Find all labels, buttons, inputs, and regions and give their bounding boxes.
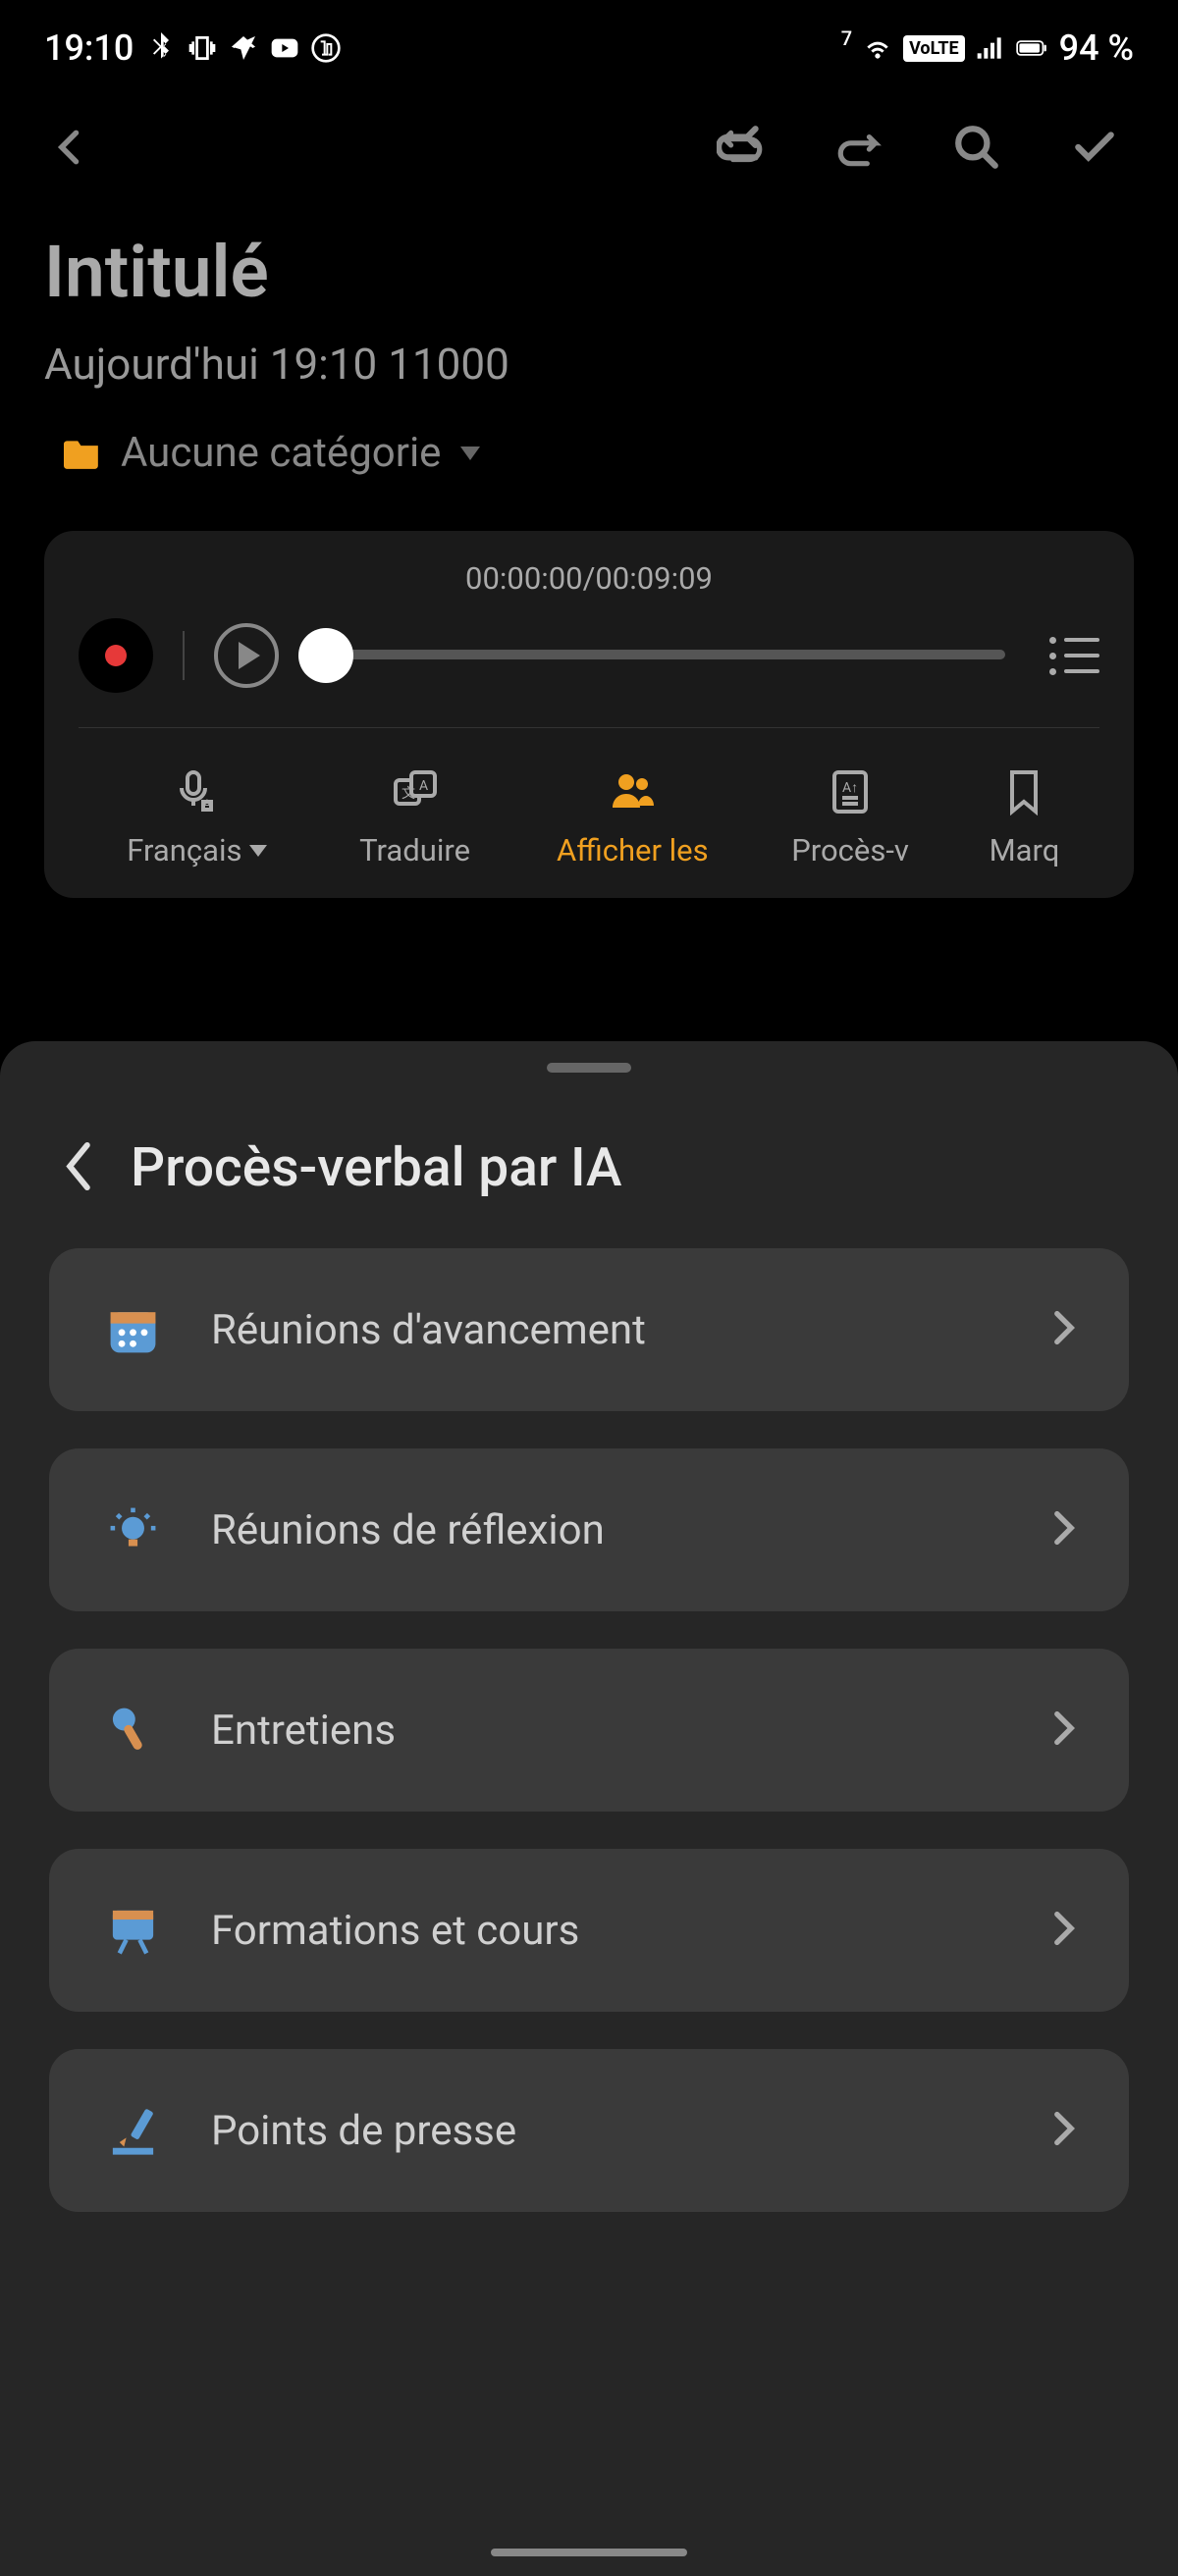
player-timestamp: 00:00:00/00:09:09 xyxy=(79,560,1099,597)
folder-icon xyxy=(64,438,101,469)
people-icon xyxy=(608,767,657,816)
sheet-header: Procès-verbal par IA xyxy=(0,1127,1178,1248)
search-button[interactable] xyxy=(952,123,1001,176)
record-dot-icon xyxy=(105,645,127,666)
audio-toolbar: A Français 文A Traduire Afficher les A↑ P… xyxy=(79,727,1099,868)
chevron-right-icon xyxy=(1053,1510,1075,1550)
bookmark-icon xyxy=(999,767,1048,816)
svg-text:A: A xyxy=(419,778,428,794)
check-icon xyxy=(1070,123,1119,172)
chevron-right-icon xyxy=(1053,1710,1075,1750)
calendar-icon xyxy=(103,1300,162,1359)
dropdown-triangle-icon xyxy=(249,845,267,857)
document-ai-icon: A↑ xyxy=(826,767,875,816)
microphone-icon xyxy=(103,1701,162,1760)
back-button[interactable] xyxy=(49,126,92,173)
option-label: Points de presse xyxy=(211,2107,1004,2155)
vibrate-icon xyxy=(187,32,218,64)
minutes-tool[interactable]: A↑ Procès-v xyxy=(741,767,959,868)
svg-text:A↑: A↑ xyxy=(842,780,858,796)
search-icon xyxy=(952,123,1001,172)
note-header: Intitulé Aujourd'hui 19:10 11000 Aucune … xyxy=(0,210,1178,516)
confirm-button[interactable] xyxy=(1070,123,1119,176)
sheet-drag-handle[interactable] xyxy=(547,1063,631,1073)
microphone-language-icon: A xyxy=(173,767,222,816)
show-people-tool[interactable]: Afficher les xyxy=(523,767,741,868)
sheet-back-button[interactable] xyxy=(59,1139,96,1197)
translate-icon: 文A xyxy=(391,767,440,816)
play-button[interactable] xyxy=(214,623,279,688)
note-title[interactable]: Intitulé xyxy=(44,230,1134,314)
option-label: Formations et cours xyxy=(211,1907,1004,1955)
chevron-left-icon xyxy=(49,126,92,169)
note-subtitle: Aujourd'hui 19:10 11000 xyxy=(44,339,1134,390)
option-label: Réunions d'avancement xyxy=(211,1306,1004,1354)
audio-player-card: 00:00:00/00:09:09 A Français 文A xyxy=(44,531,1134,898)
option-press-briefings[interactable]: Points de presse xyxy=(49,2049,1129,2212)
undo-button[interactable] xyxy=(717,123,766,176)
redo-icon xyxy=(834,123,884,172)
home-indicator[interactable] xyxy=(491,2549,687,2556)
language-tool[interactable]: A Français xyxy=(88,767,306,868)
option-training-courses[interactable]: Formations et cours xyxy=(49,1849,1129,2012)
translate-tool[interactable]: 文A Traduire xyxy=(306,767,524,868)
dropdown-triangle-icon xyxy=(460,447,480,460)
status-bar: 19:10 7 VoLTE 94 % xyxy=(0,0,1178,88)
undo-icon xyxy=(717,123,766,172)
signal-icon xyxy=(975,32,1006,64)
option-brainstorming-meetings[interactable]: Réunions de réflexion xyxy=(49,1448,1129,1611)
option-progress-meetings[interactable]: Réunions d'avancement xyxy=(49,1248,1129,1411)
record-button[interactable] xyxy=(79,618,153,693)
play-triangle-icon xyxy=(239,642,260,669)
battery-percent: 94 % xyxy=(1059,27,1134,69)
status-time: 19:10 xyxy=(44,27,134,69)
svg-text:A: A xyxy=(203,797,211,811)
pen-line-icon xyxy=(103,2101,162,2160)
category-selector[interactable]: Aucune catégorie xyxy=(44,419,1134,487)
location-icon xyxy=(228,32,259,64)
option-interviews[interactable]: Entretiens xyxy=(49,1649,1129,1812)
bluetooth-icon xyxy=(145,32,177,64)
chevron-right-icon xyxy=(1053,2111,1075,2150)
category-label: Aucune catégorie xyxy=(121,429,441,477)
bookmark-tool[interactable]: Marq xyxy=(959,767,1090,868)
volte-badge: VoLTE xyxy=(903,35,965,62)
chevron-right-icon xyxy=(1053,1310,1075,1349)
chevron-left-icon xyxy=(59,1139,96,1193)
battery-icon xyxy=(1016,32,1047,64)
progress-slider[interactable] xyxy=(308,650,1005,661)
chevron-right-icon xyxy=(1053,1911,1075,1950)
top-nav-bar xyxy=(0,88,1178,210)
wifi-icon xyxy=(862,32,893,64)
slider-knob[interactable] xyxy=(298,628,353,683)
nyt-icon xyxy=(310,32,342,64)
lightbulb-icon xyxy=(103,1500,162,1559)
option-label: Réunions de réflexion xyxy=(211,1506,1004,1554)
vertical-divider xyxy=(183,631,185,680)
bottom-sheet: Procès-verbal par IA Réunions d'avanceme… xyxy=(0,1041,1178,2576)
presentation-board-icon xyxy=(103,1901,162,1960)
redo-button[interactable] xyxy=(834,123,884,176)
youtube-icon xyxy=(269,32,300,64)
svg-text:文: 文 xyxy=(402,786,415,802)
option-label: Entretiens xyxy=(211,1707,1004,1755)
sheet-title: Procès-verbal par IA xyxy=(131,1136,622,1199)
list-button[interactable] xyxy=(1049,637,1099,675)
